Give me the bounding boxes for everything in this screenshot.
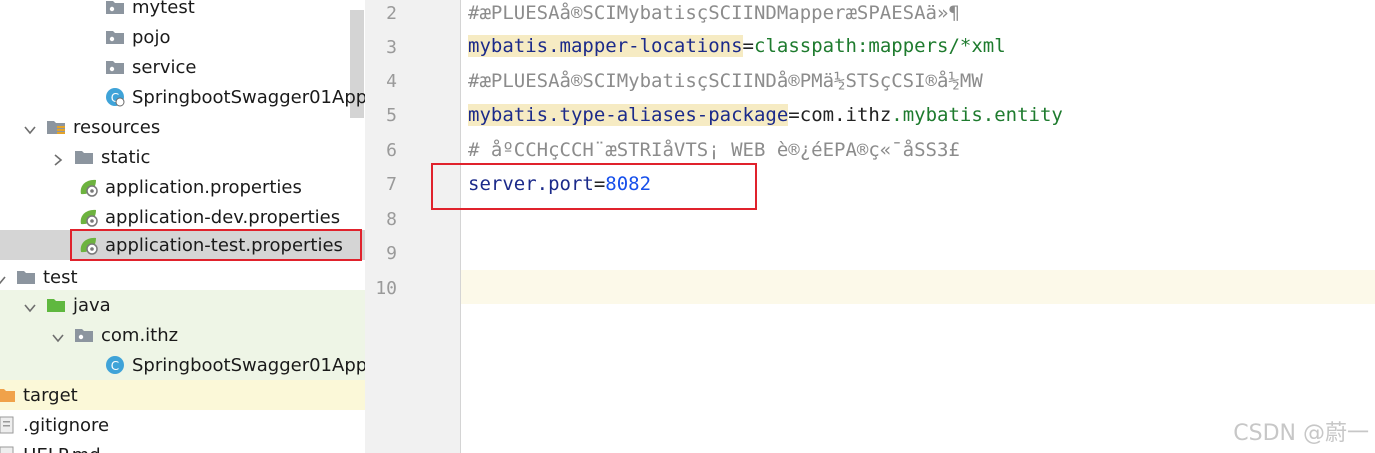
spring-properties-icon bbox=[78, 177, 98, 197]
spring-properties-icon bbox=[78, 207, 98, 227]
line-number: 7 bbox=[386, 174, 397, 195]
tree-item-label: test bbox=[43, 266, 78, 288]
tree-item-label: resources bbox=[73, 116, 161, 138]
code-line-comment: #æPLUESAå®SCIMybatisçSCIINDMapperæSPAESA… bbox=[468, 2, 960, 24]
tree-item-label: SpringbootSwagger01App bbox=[132, 354, 365, 376]
tree-item-label: mytest bbox=[132, 0, 195, 18]
property-equals: = bbox=[742, 35, 754, 57]
property-key: mybatis.mapper-locations bbox=[468, 35, 743, 57]
tree-item-springboot-app-test[interactable]: C SpringbootSwagger01App bbox=[0, 350, 365, 380]
tree-item-label: application-dev.properties bbox=[105, 206, 341, 228]
tree-item-static[interactable]: static bbox=[0, 142, 365, 172]
tree-item-application-properties[interactable]: application.properties bbox=[0, 172, 365, 202]
tree-item-label: target bbox=[23, 384, 78, 406]
property-value-part: .mybatis.entity bbox=[891, 104, 1063, 126]
line-number: 4 bbox=[386, 71, 397, 92]
code-line-comment: # åºCCHçCCH¨æSTRIåVTS¡ WEB è®¿éEPA®ç«¯åS… bbox=[468, 139, 960, 161]
chevron-down-icon[interactable] bbox=[24, 121, 36, 135]
tree-item-application-dev-properties[interactable]: application-dev.properties bbox=[0, 202, 365, 232]
code-line-type-aliases-package: mybatis.type-aliases-package=com.ithz.my… bbox=[468, 104, 1063, 126]
tree-item-label: pojo bbox=[132, 26, 171, 48]
code-line-comment: #æPLUESAå®SCIMybatisçSCIINDå®PMä½STSçCSI… bbox=[468, 70, 983, 92]
svg-text:C: C bbox=[111, 359, 119, 373]
tree-item-com-ithz[interactable]: com.ithz bbox=[0, 320, 365, 350]
property-equals: = bbox=[788, 104, 800, 126]
tree-item-pojo[interactable]: pojo bbox=[0, 22, 365, 52]
tree-item-java[interactable]: java bbox=[0, 290, 365, 320]
tree-item-resources[interactable]: resources bbox=[0, 112, 365, 142]
highlight-box-server-port bbox=[431, 163, 757, 210]
java-class-icon: C bbox=[105, 355, 125, 375]
chevron-right-icon[interactable] bbox=[52, 151, 64, 166]
line-number: 6 bbox=[386, 140, 397, 161]
property-value-part: ithz bbox=[845, 104, 892, 126]
line-number: 10 bbox=[375, 278, 397, 299]
excluded-folder-icon bbox=[0, 385, 16, 405]
line-number: 2 bbox=[386, 3, 397, 24]
tree-item-label: static bbox=[101, 146, 151, 168]
line-number-gutter: 2 3 4 5 6 7 8 9 10 bbox=[365, 0, 461, 453]
tree-item-springboot-app[interactable]: C SpringbootSwagger01App bbox=[0, 82, 365, 112]
test-source-folder-icon bbox=[46, 295, 66, 315]
property-key: mybatis.type-aliases-package bbox=[468, 104, 789, 126]
folder-icon bbox=[105, 27, 125, 47]
tree-item-label: com.ithz bbox=[101, 324, 179, 346]
folder-icon bbox=[105, 57, 125, 77]
tree-item-help-md[interactable]: HELP.md bbox=[0, 440, 365, 453]
tree-item-label: HELP.md bbox=[23, 445, 101, 453]
folder-icon bbox=[16, 267, 36, 287]
markdown-file-icon bbox=[0, 445, 16, 453]
tree-item-test[interactable]: test bbox=[0, 262, 365, 292]
package-icon bbox=[74, 325, 94, 345]
tree-item-label: SpringbootSwagger01App bbox=[132, 86, 365, 108]
code-line-mapper-locations: mybatis.mapper-locations=classpath:mappe… bbox=[468, 35, 1006, 57]
line-number: 8 bbox=[386, 209, 397, 230]
property-value-part: com. bbox=[799, 104, 846, 126]
chevron-down-icon[interactable] bbox=[0, 271, 6, 285]
line-number: 3 bbox=[386, 37, 397, 58]
tree-item-mytest[interactable]: mytest bbox=[0, 0, 365, 22]
tree-item-label: application.properties bbox=[105, 176, 302, 198]
tree-item-gitignore[interactable]: .gitignore bbox=[0, 410, 365, 440]
tree-item-target[interactable]: target bbox=[0, 380, 365, 410]
tree-item-label: java bbox=[73, 294, 111, 316]
java-class-icon: C bbox=[105, 87, 125, 107]
tree-item-service[interactable]: service bbox=[0, 52, 365, 82]
chevron-down-icon[interactable] bbox=[52, 329, 64, 343]
resources-folder-icon bbox=[46, 117, 66, 137]
current-line-highlight bbox=[461, 270, 1375, 304]
chevron-down-icon[interactable] bbox=[24, 299, 36, 313]
line-number: 5 bbox=[386, 105, 397, 126]
code-editor[interactable]: #æPLUESAå®SCIMybatisçSCIINDMapperæSPAESA… bbox=[461, 0, 1375, 453]
line-number: 9 bbox=[386, 243, 397, 264]
property-value: classpath:mappers/*xml bbox=[754, 35, 1006, 57]
folder-icon bbox=[74, 147, 94, 167]
folder-icon bbox=[105, 0, 125, 17]
tree-item-label: service bbox=[132, 56, 197, 78]
gitignore-file-icon bbox=[0, 415, 16, 435]
tree-item-label: .gitignore bbox=[23, 414, 110, 436]
project-tree-panel: mytest pojo service C SpringbootSwagger0… bbox=[0, 0, 365, 453]
watermark: CSDN @蔚一 bbox=[1233, 421, 1369, 446]
highlight-box-selected-file bbox=[70, 229, 362, 261]
